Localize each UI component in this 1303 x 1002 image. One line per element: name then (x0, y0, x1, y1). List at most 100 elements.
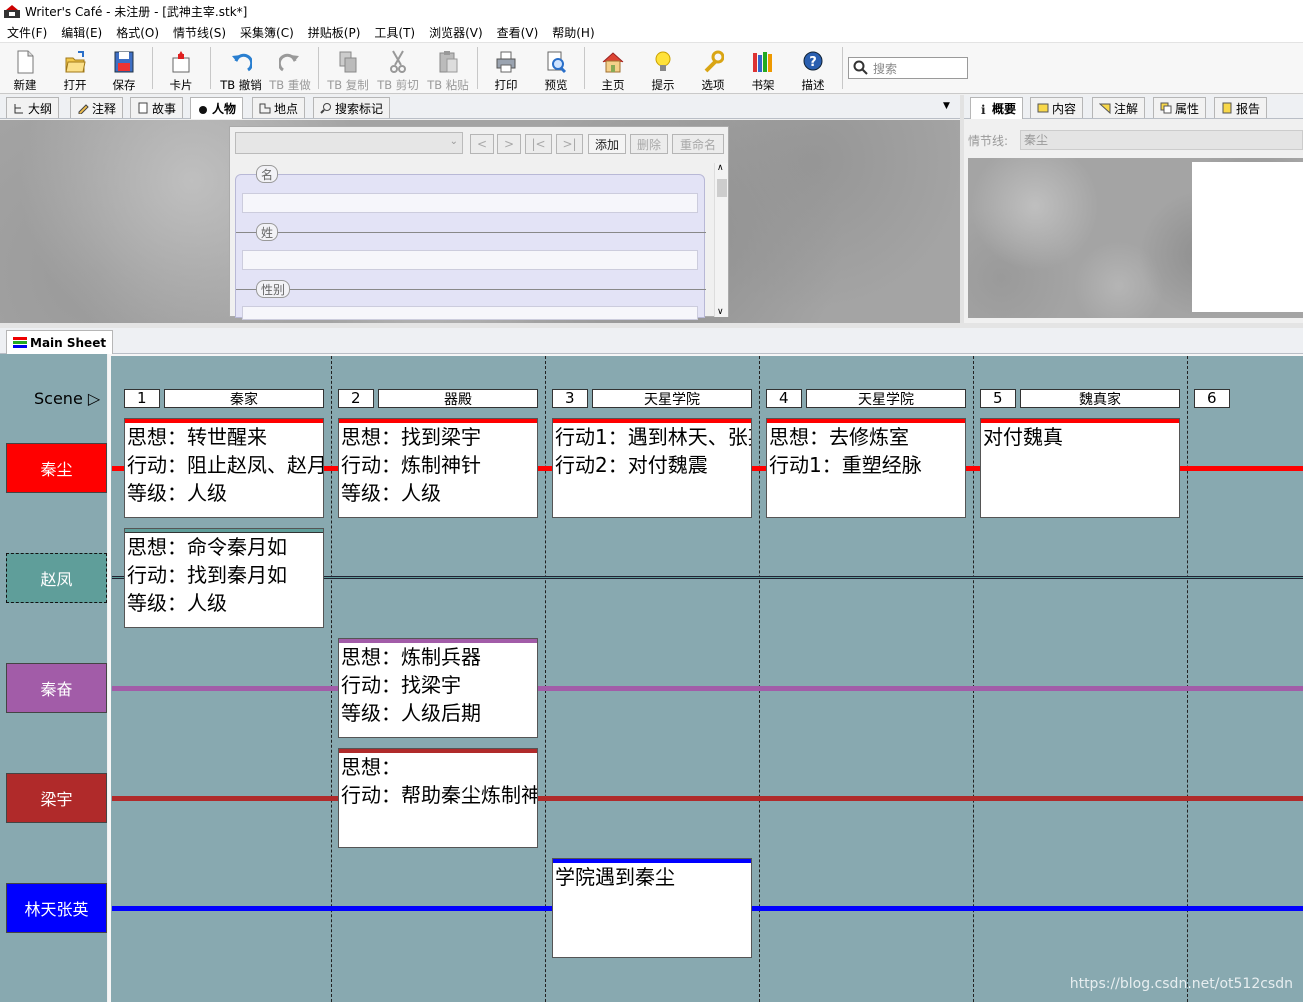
pencil-icon (77, 102, 89, 115)
tab-summary[interactable]: i 概要 (970, 97, 1024, 119)
scene-number[interactable]: 1 (124, 389, 160, 408)
scene-card[interactable]: 思想：命令秦月如 行动：找到秦月如 等级：人级 (124, 528, 324, 628)
nav-prev-button[interactable]: < (470, 134, 494, 154)
scene-card[interactable]: 思想： 行动：帮助秦尘炼制神针 (338, 748, 538, 848)
redo-button[interactable]: TB 重做 (267, 47, 313, 93)
menu-pinboard[interactable]: 拼贴板(P) (301, 24, 368, 41)
tab-search-marks[interactable]: 搜索标记 (313, 97, 391, 118)
scene-title[interactable]: 魏真家 (1020, 389, 1180, 408)
tab-notes[interactable]: 注释 (70, 97, 124, 118)
scene-card[interactable]: 思想：找到梁宇 行动：炼制神针 等级：人级 (338, 418, 538, 518)
nav-first-button[interactable]: |< (525, 134, 552, 154)
form-scrollbar[interactable]: ∧ ∨ (714, 163, 728, 317)
rename-button[interactable]: 重命名 (672, 134, 724, 154)
storyline-field[interactable]: 秦尘 (1020, 130, 1303, 150)
tab-main-sheet[interactable]: Main Sheet (6, 330, 114, 354)
save-button[interactable]: 保存 (101, 47, 147, 93)
add-button[interactable]: 添加 (588, 134, 626, 154)
menu-browser[interactable]: 浏览器(V) (422, 24, 490, 41)
window-title: Writer's Café - 未注册 - [武神主宰.stk*] (25, 4, 248, 19)
tab-dropdown-icon[interactable]: ▼ (943, 101, 950, 111)
home-button[interactable]: 主页 (590, 47, 636, 93)
menu-tools[interactable]: 工具(T) (367, 24, 422, 41)
open-button[interactable]: 打开 (52, 47, 98, 93)
story-page-icon (137, 102, 149, 114)
character-label[interactable]: 梁宇 (6, 773, 107, 823)
scene-card[interactable]: 思想：转世醒来 行动：阻止赵凤、赵月 等级：人级 (124, 418, 324, 518)
tips-button[interactable]: 提示 (640, 47, 686, 93)
card-text-line: 行动：帮助秦尘炼制神针 (341, 783, 537, 807)
menu-format[interactable]: 格式(O) (109, 24, 166, 41)
print-button[interactable]: 打印 (483, 47, 529, 93)
scene-header-label[interactable]: Scene ▷ (34, 389, 100, 408)
describe-button[interactable]: ? 描述 (790, 47, 836, 93)
card-icon (172, 51, 190, 73)
nav-next-button[interactable]: > (497, 134, 521, 154)
tab-outline[interactable]: 大纲 (6, 97, 60, 118)
character-label[interactable]: 秦尘 (6, 443, 107, 493)
undo-button[interactable]: TB 撤销 (218, 47, 264, 93)
tab-annotation[interactable]: 注解 (1092, 97, 1146, 118)
bookshelf-button[interactable]: 书架 (740, 47, 786, 93)
print-preview-icon (547, 51, 567, 74)
sheet-top-border (111, 354, 1303, 356)
scene-title[interactable]: 秦家 (164, 389, 324, 408)
tab-report[interactable]: 报告 (1214, 97, 1268, 118)
annotation-icon (1098, 102, 1111, 115)
tab-story[interactable]: 故事 (130, 97, 184, 118)
menu-file[interactable]: 文件(F) (0, 24, 54, 41)
scene-card[interactable]: 思想：炼制兵器 行动：找梁宇 等级：人级后期 (338, 638, 538, 738)
scene-card[interactable]: 思想：去修炼室 行动1：重塑经脉 (766, 418, 966, 518)
magnifier-icon (320, 102, 332, 114)
paste-button[interactable]: TB 粘贴 (425, 47, 471, 93)
scene-card[interactable]: 学院遇到秦尘 (552, 858, 752, 958)
card-text-line: 等级：人级 (341, 481, 441, 505)
scene-number[interactable]: 3 (552, 389, 588, 408)
character-label[interactable]: 秦奋 (6, 663, 107, 713)
character-label[interactable]: 赵凤 (6, 553, 107, 603)
menu-storylines[interactable]: 情节线(S) (166, 24, 233, 41)
preview-button[interactable]: 预览 (533, 47, 579, 93)
tab-content[interactable]: 内容 (1030, 97, 1084, 118)
copy-button[interactable]: TB 复制 (325, 47, 371, 93)
surname-field[interactable] (242, 250, 698, 270)
given-name-field[interactable] (242, 193, 698, 213)
nav-last-button[interactable]: >| (556, 134, 583, 154)
new-button[interactable]: 新建 (2, 47, 48, 93)
character-label[interactable]: 林天张英 (6, 883, 107, 933)
scroll-down-icon[interactable]: ∨ (717, 307, 724, 317)
gender-field[interactable] (242, 306, 698, 320)
summary-page[interactable] (1192, 162, 1303, 312)
card-text-line: 等级：人级 (127, 481, 227, 505)
scene-number[interactable]: 5 (980, 389, 1016, 408)
scene-title[interactable]: 器殿 (378, 389, 538, 408)
scene-number[interactable]: 2 (338, 389, 374, 408)
character-select[interactable]: ⌄ (235, 132, 463, 154)
menu-view[interactable]: 查看(V) (490, 24, 546, 41)
menu-help[interactable]: 帮助(H) (545, 24, 601, 41)
help-question-icon: ? (803, 51, 823, 71)
scroll-thumb[interactable] (717, 179, 727, 197)
scene-number[interactable]: 6 (1194, 389, 1230, 408)
options-button[interactable]: 选项 (690, 47, 736, 93)
tab-properties[interactable]: 属性 (1153, 97, 1207, 118)
new-document-icon (17, 50, 34, 74)
watermark: https://blog.csdn.net/ot512csdn (1069, 976, 1293, 992)
info-icon: i (977, 103, 989, 117)
menu-edit[interactable]: 编辑(E) (54, 24, 109, 41)
tab-characters[interactable]: 人物 (190, 97, 244, 119)
scene-card[interactable]: 对付魏真 (980, 418, 1180, 518)
scene-title[interactable]: 天星学院 (806, 389, 966, 408)
right-tab-row: i 概要 内容 注解 属性 报告 (964, 95, 1303, 119)
scroll-up-icon[interactable]: ∧ (717, 163, 724, 173)
tab-places[interactable]: 地点 (252, 97, 306, 118)
card-button[interactable]: 卡片 (158, 47, 204, 93)
scene-number[interactable]: 4 (766, 389, 802, 408)
scene-card[interactable]: 行动1：遇到林天、张英 行动2：对付魏震 (552, 418, 752, 518)
delete-button[interactable]: 删除 (630, 134, 668, 154)
cut-button[interactable]: TB 剪切 (375, 47, 421, 93)
menu-scrapbook[interactable]: 采集簿(C) (233, 24, 301, 41)
scene-title[interactable]: 天星学院 (592, 389, 752, 408)
search-input[interactable]: 搜索 (848, 57, 968, 79)
redo-arrow-icon (279, 53, 299, 72)
